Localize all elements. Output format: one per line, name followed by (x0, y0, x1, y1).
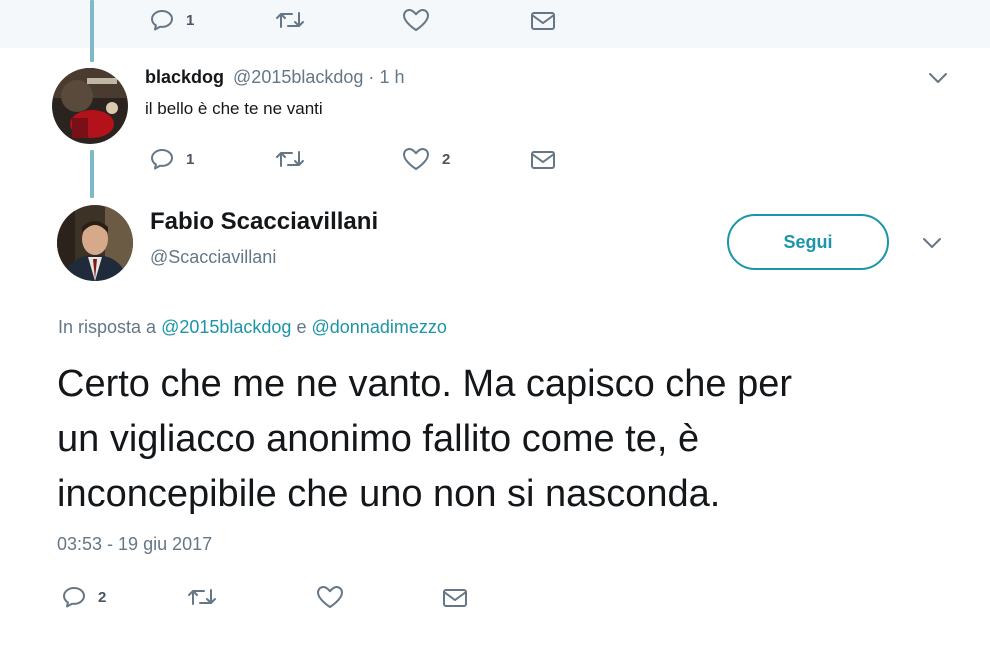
reply-author-name[interactable]: blackdog (145, 67, 224, 87)
main-author-handle[interactable]: @Scacciavillani (150, 247, 276, 268)
like-count: 2 (442, 150, 451, 168)
reply-count: 1 (186, 11, 195, 29)
retweet-action[interactable] (187, 586, 217, 608)
like-action[interactable]: 2 (402, 147, 450, 171)
main-author-name[interactable]: Fabio Scacciavillani (150, 208, 378, 236)
message-action[interactable] (442, 588, 468, 608)
message-icon (531, 151, 555, 169)
message-icon (443, 589, 467, 607)
reply-icon (151, 149, 173, 170)
retweet-icon (276, 12, 304, 28)
retweet-icon (188, 589, 216, 605)
reply-tweet-header: blackdog @2015blackdog · 1 h (145, 67, 404, 88)
main-tweet-text: Certo che me ne vanto. Ma capisco che pe… (57, 357, 792, 522)
reply-author-handle[interactable]: @2015blackdog (233, 67, 363, 87)
like-action[interactable] (402, 8, 430, 32)
like-icon (317, 586, 343, 608)
reply-action[interactable]: 2 (62, 586, 106, 608)
chevron-down-icon (929, 73, 947, 83)
like-icon (403, 9, 429, 31)
avatar-scacciavillani[interactable] (57, 205, 133, 281)
reply-tweet-text: il bello è che te ne vanti (145, 99, 323, 118)
avatar-blackdog[interactable] (52, 68, 128, 144)
main-tweet-text-line: Certo che me ne vanto. Ma capisco che pe… (57, 363, 793, 405)
in-reply-prefix: In risposta a (58, 317, 157, 337)
main-tweet-text-line: un vigliacco anonimo fallito come te, è (57, 418, 700, 460)
thread-line-top (90, 0, 94, 62)
thread-line-bottom (90, 150, 94, 198)
follow-button[interactable]: Segui (727, 214, 889, 270)
reply-action[interactable]: 1 (150, 148, 194, 170)
reply-icon (63, 587, 85, 608)
like-action[interactable] (316, 585, 344, 609)
main-timestamp[interactable]: 03:53 - 19 giu 2017 (57, 534, 212, 555)
in-reply-user-link[interactable]: @2015blackdog (161, 317, 291, 337)
main-more-menu[interactable] (922, 236, 942, 255)
reply-count: 1 (186, 150, 195, 168)
message-action[interactable] (530, 11, 556, 31)
like-icon (403, 148, 429, 170)
reply-action[interactable]: 1 (150, 9, 194, 31)
reply-time[interactable]: 1 h (379, 67, 404, 87)
retweet-action[interactable] (275, 9, 305, 31)
in-reply-to: In risposta a @2015blackdog e @donnadime… (58, 317, 447, 338)
retweet-icon (276, 151, 304, 167)
retweet-action[interactable] (275, 148, 305, 170)
message-icon (531, 12, 555, 30)
reply-icon (151, 10, 173, 31)
reply-count: 2 (98, 588, 107, 606)
reply-separator: · (368, 67, 375, 87)
reply-more-menu[interactable] (928, 71, 948, 90)
main-tweet-text-line: inconcepibile che uno non si nasconda. (57, 473, 721, 515)
chevron-down-icon (923, 238, 941, 248)
in-reply-conjunction: e (296, 317, 307, 337)
message-action[interactable] (530, 150, 556, 170)
previous-tweet (0, 0, 990, 48)
in-reply-user-link[interactable]: @donnadimezzo (312, 317, 447, 337)
